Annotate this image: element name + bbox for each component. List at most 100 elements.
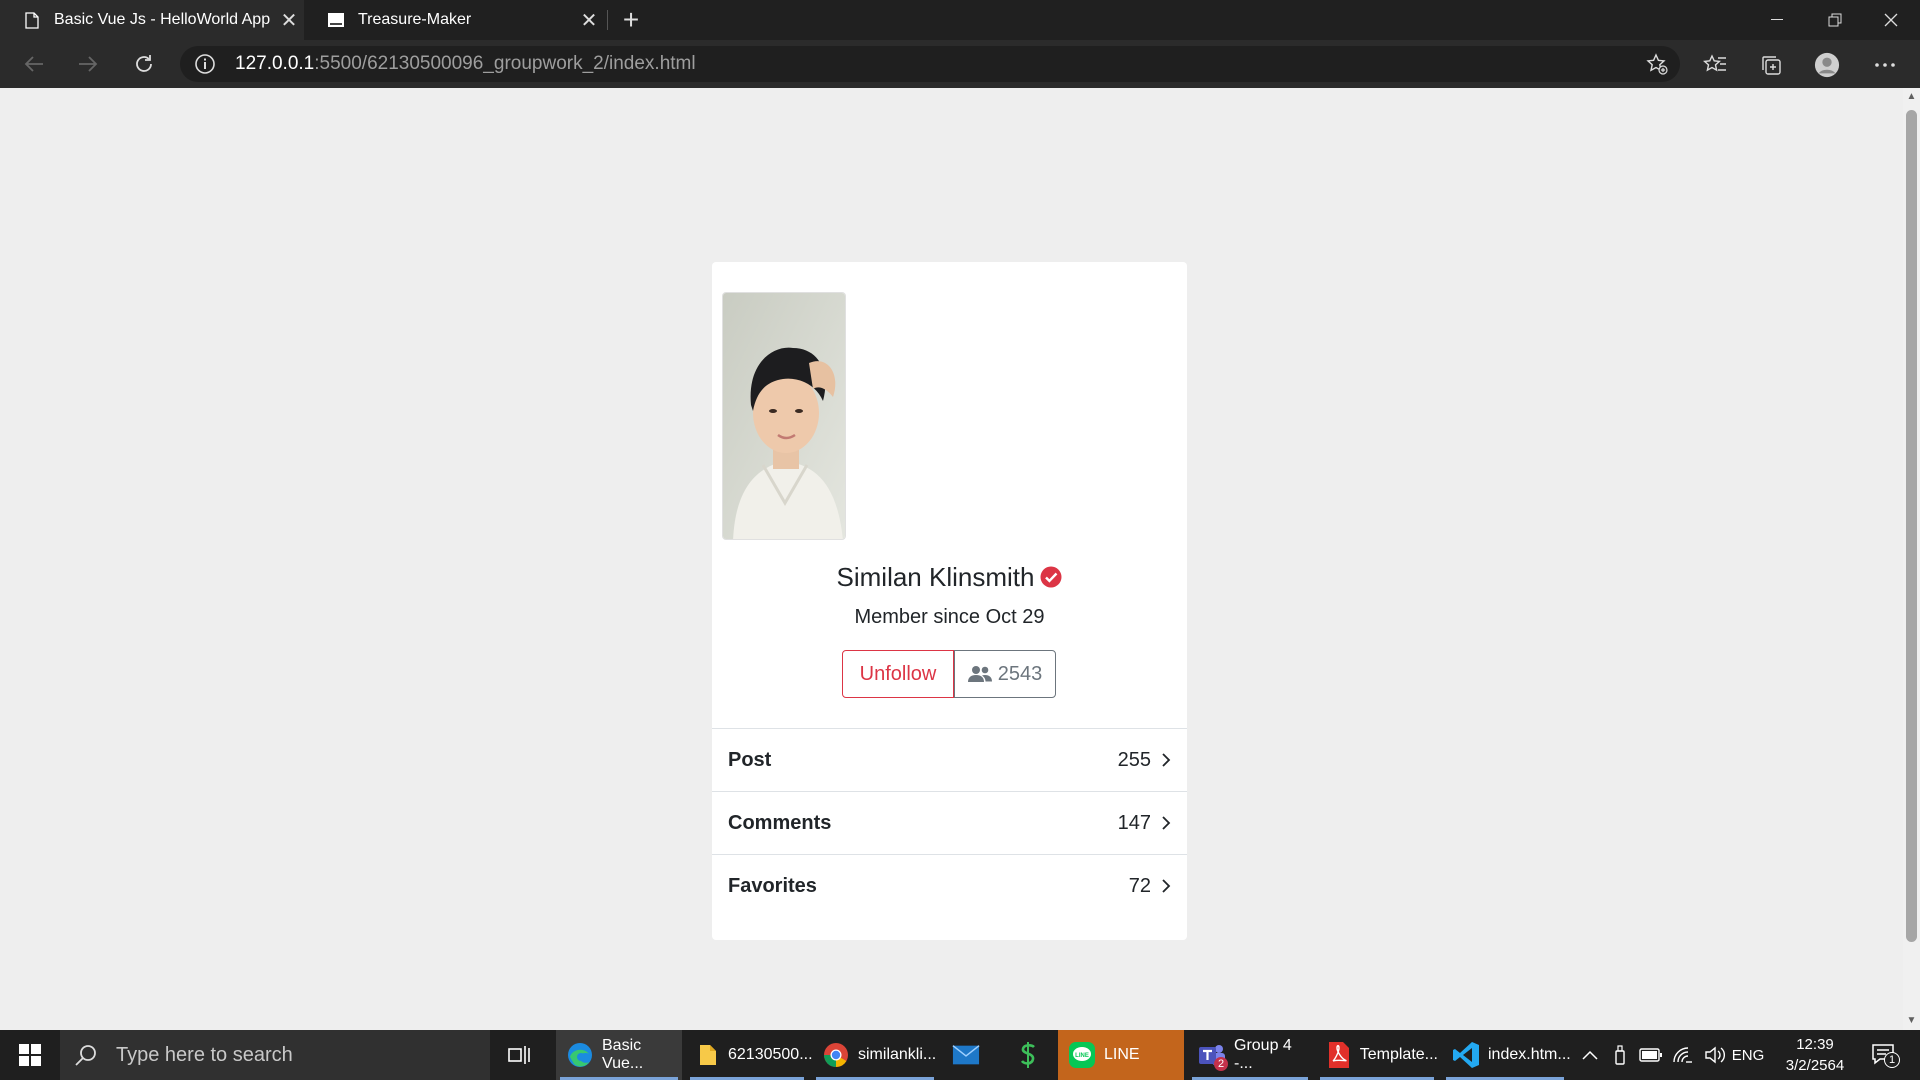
scrollbar-thumb[interactable]	[1906, 110, 1917, 942]
taskbar-app-money[interactable]	[1004, 1030, 1054, 1080]
browser-toolbar: 127.0.0.1:5500/62130500096_groupwork_2/i…	[0, 40, 1920, 88]
scroll-down-icon[interactable]: ▼	[1906, 1016, 1917, 1026]
browser-tab-bar: Basic Vue Js - HelloWorld App ✕ Treasure…	[0, 0, 1920, 40]
users-icon	[967, 666, 992, 682]
tab-treasure-maker[interactable]: Treasure-Maker ✕	[304, 0, 604, 40]
scroll-up-icon[interactable]: ▲	[1906, 92, 1917, 102]
back-icon[interactable]	[16, 48, 52, 80]
notification-count: 1	[1884, 1052, 1900, 1068]
taskbar-app-explorer[interactable]: 62130500...	[686, 1030, 813, 1080]
address-bar[interactable]: 127.0.0.1:5500/62130500096_groupwork_2/i…	[180, 46, 1680, 82]
taskbar-app-chrome[interactable]: similankli...	[812, 1030, 938, 1080]
profile-name: Similan Klinsmith	[712, 562, 1187, 593]
pdf-icon	[1326, 1041, 1352, 1069]
chevron-right-icon	[1162, 879, 1171, 893]
close-tab-icon[interactable]: ✕	[574, 8, 604, 33]
battery-icon[interactable]	[1636, 1030, 1666, 1080]
app-label: Template...	[1359, 1046, 1438, 1063]
profile-name-text: Similan Klinsmith	[836, 562, 1035, 592]
stat-count: 147	[1117, 811, 1151, 834]
more-options-icon[interactable]	[1872, 52, 1898, 78]
close-tab-icon[interactable]: ✕	[274, 8, 304, 33]
close-window-icon[interactable]	[1862, 0, 1920, 40]
show-hidden-icons-icon[interactable]	[1576, 1030, 1604, 1080]
search-placeholder: Type here to search	[116, 1043, 293, 1066]
profile-photo	[722, 292, 846, 540]
forward-icon[interactable]	[70, 48, 106, 80]
folder-icon	[696, 1041, 720, 1069]
url-path: :5500/62130500096_groupwork_2/index.html	[314, 53, 696, 74]
add-favorite-icon[interactable]	[1646, 53, 1668, 75]
chevron-right-icon	[1162, 816, 1171, 830]
taskbar-app-line[interactable]: LINE LINE	[1058, 1030, 1184, 1080]
tab-title: Basic Vue Js - HelloWorld App	[54, 11, 271, 28]
verified-check-icon	[1040, 564, 1062, 588]
edge-icon	[566, 1041, 594, 1069]
vscode-icon	[1452, 1041, 1480, 1069]
taskbar-app-vscode[interactable]: index.htm...	[1442, 1030, 1571, 1080]
app-label: Basic Vue...	[602, 1037, 644, 1072]
url-text: 127.0.0.1:5500/62130500096_groupwork_2/i…	[235, 53, 696, 75]
stat-row-comments[interactable]: Comments 147	[712, 791, 1187, 854]
follow-button-group: Unfollow 2543	[842, 650, 1056, 698]
unfollow-button[interactable]: Unfollow	[842, 650, 954, 698]
windows-taskbar: Type here to search Basic Vue... 6213050…	[0, 1030, 1920, 1080]
page-scrollbar[interactable]: ▲ ▼	[1903, 88, 1920, 1030]
site-info-icon[interactable]	[194, 53, 216, 75]
chevron-right-icon	[1162, 753, 1171, 767]
stat-label: Favorites	[728, 874, 817, 897]
search-icon	[74, 1043, 104, 1067]
input-language[interactable]: ENG	[1728, 1030, 1768, 1080]
app-label: similankli...	[858, 1046, 937, 1063]
stat-count: 255	[1117, 748, 1151, 771]
minimize-icon[interactable]	[1748, 0, 1806, 40]
new-tab-icon[interactable]: +	[616, 4, 646, 36]
stat-label: Post	[728, 748, 772, 771]
clock-date: 3/2/2564	[1785, 1057, 1845, 1074]
wifi-icon[interactable]	[1668, 1030, 1698, 1080]
app-label: index.htm...	[1488, 1046, 1571, 1063]
dollar-icon	[1014, 1041, 1042, 1069]
line-icon: LINE	[1068, 1041, 1096, 1069]
start-button[interactable]	[0, 1030, 60, 1080]
profile-card: Similan Klinsmith Member since Oct 29 Un…	[712, 262, 1187, 940]
stat-row-post[interactable]: Post 255	[712, 728, 1187, 791]
followers-count: 2543	[997, 662, 1043, 685]
stats-list: Post 255 Comments 147 Favorites 72	[712, 728, 1187, 917]
taskbar-app-pdf[interactable]: Template...	[1316, 1030, 1438, 1080]
refresh-icon[interactable]	[126, 48, 162, 80]
stat-count: 72	[1128, 874, 1151, 897]
notification-center-icon[interactable]: 1	[1866, 1040, 1902, 1070]
app-label: Group 4 -...	[1234, 1037, 1292, 1072]
taskbar-search[interactable]: Type here to search	[60, 1030, 490, 1080]
app-label: 62130500...	[728, 1046, 813, 1063]
url-host: 127.0.0.1	[235, 53, 315, 74]
taskbar-app-teams[interactable]: 2 Group 4 -...	[1188, 1030, 1312, 1080]
collections-icon[interactable]	[1758, 52, 1784, 78]
member-since: Member since Oct 29	[854, 606, 1045, 628]
followers-button[interactable]: 2543	[954, 650, 1056, 698]
tab-title: Treasure-Maker	[358, 11, 472, 28]
profile-avatar-icon[interactable]	[1814, 52, 1840, 78]
clock-time: 12:39	[1796, 1036, 1834, 1053]
usb-device-icon[interactable]	[1606, 1030, 1634, 1080]
volume-icon[interactable]	[1700, 1030, 1730, 1080]
tab-basic-vue[interactable]: Basic Vue Js - HelloWorld App ✕	[0, 0, 304, 40]
teams-badge: 2	[1214, 1057, 1228, 1071]
page-icon	[24, 11, 40, 29]
windows-logo-icon	[19, 1044, 41, 1066]
restore-icon[interactable]	[1806, 0, 1864, 40]
stat-row-favorites[interactable]: Favorites 72	[712, 854, 1187, 917]
site-favicon-icon	[328, 11, 344, 29]
taskbar-app-edge[interactable]: Basic Vue...	[556, 1030, 682, 1080]
app-label: LINE	[1104, 1046, 1140, 1063]
taskbar-app-mail[interactable]	[942, 1030, 1000, 1080]
tab-divider	[607, 10, 608, 30]
task-view-icon[interactable]	[498, 1040, 540, 1070]
system-clock[interactable]: 12:39 3/2/2564	[1770, 1034, 1860, 1076]
teams-icon: 2	[1198, 1041, 1228, 1071]
mail-icon	[952, 1041, 980, 1069]
page-viewport: Similan Klinsmith Member since Oct 29 Un…	[0, 88, 1903, 1030]
favorites-icon[interactable]	[1702, 52, 1728, 78]
chrome-icon	[822, 1041, 850, 1069]
